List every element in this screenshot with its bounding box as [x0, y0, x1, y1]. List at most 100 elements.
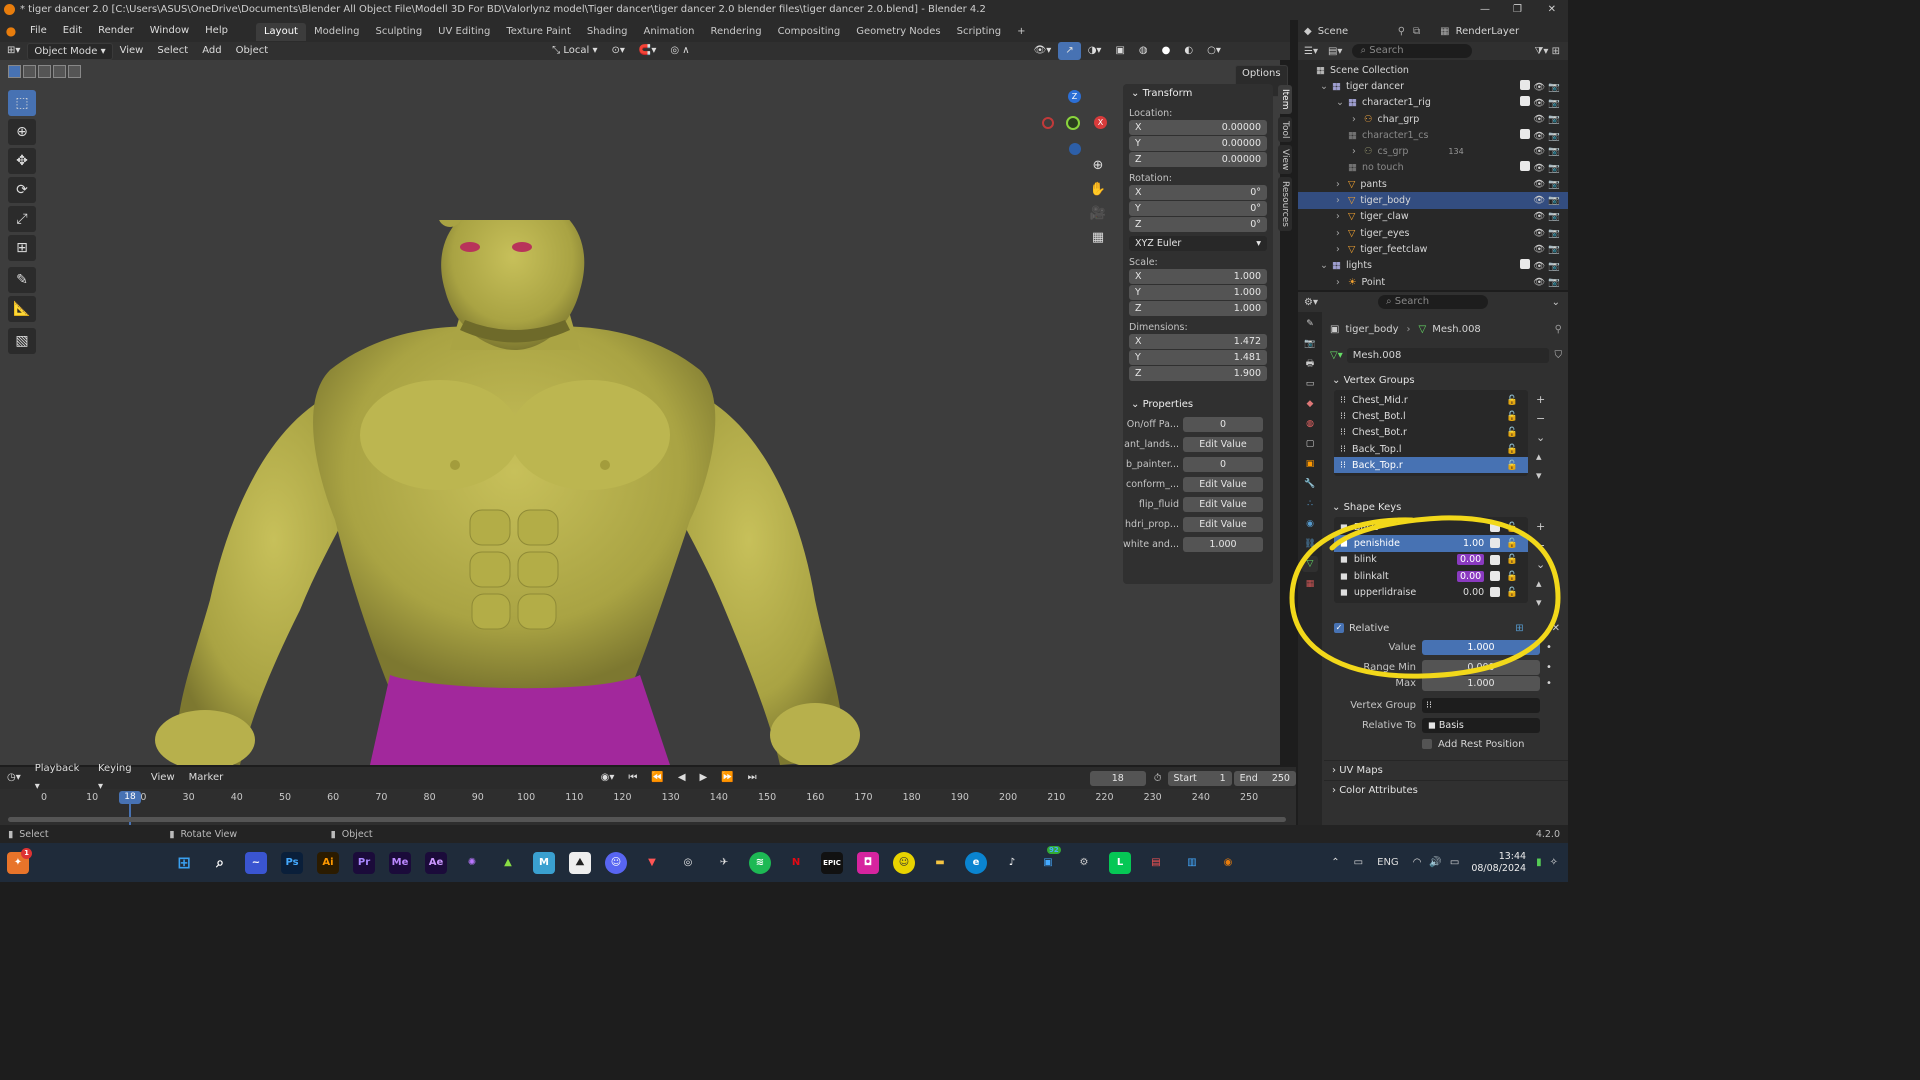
tab-geometry-nodes[interactable]: Geometry Nodes: [848, 23, 948, 41]
app-icon[interactable]: ☺: [893, 851, 915, 874]
properties-editor-icon[interactable]: ⚙▾: [1304, 297, 1318, 308]
axis-neg-z-icon[interactable]: [1069, 143, 1081, 155]
jump-end-icon[interactable]: ⏭: [741, 769, 764, 787]
windows-start-icon[interactable]: ⊞: [173, 852, 195, 874]
color-attributes-header[interactable]: › Color Attributes: [1324, 780, 1568, 800]
outliner-row[interactable]: ▦ Scene Collection: [1298, 62, 1568, 78]
axis-y-icon[interactable]: [1066, 116, 1080, 130]
overlay-icon[interactable]: ◑▾: [1081, 42, 1109, 60]
camera-icon[interactable]: 📷: [1548, 114, 1560, 125]
discord-icon[interactable]: ☺: [605, 851, 627, 874]
outliner-row[interactable]: › ▽ tiger_body 👁 📷: [1298, 192, 1568, 209]
tab-scripting[interactable]: Scripting: [949, 23, 1009, 41]
rotation-x-field[interactable]: X 0°: [1129, 185, 1267, 200]
select-new-icon[interactable]: [8, 65, 21, 78]
vertex-group-list[interactable]: ⁝⁝ Chest_Mid.r 🔓 ⁝⁝ Chest_Bot.l 🔓 ⁝⁝ Chest_Bot.…: [1334, 390, 1528, 476]
camera-icon[interactable]: 📷: [1548, 211, 1560, 222]
rotate-icon[interactable]: ⟳: [8, 177, 36, 203]
navigation-gizmo[interactable]: Z X: [1040, 90, 1110, 160]
battery-icon[interactable]: ▭: [1450, 857, 1459, 868]
epic-games-icon[interactable]: EPIC: [821, 851, 843, 874]
timeline-ruler[interactable]: 0102030405060708090100110120130140150160…: [0, 789, 1296, 825]
tray-chevron-icon[interactable]: ⌃: [1331, 857, 1339, 868]
tab-animation[interactable]: Animation: [636, 23, 703, 41]
3d-viewport[interactable]: ⬚ ⊕ ✥ ⟳ ⤢ ⊞ ✎ 📐 ▧ Options ▾: [0, 60, 1292, 765]
dimensions-z-field[interactable]: Z 1.900: [1129, 366, 1267, 381]
outliner-row[interactable]: › ⚇ char_grp 👁 📷: [1298, 111, 1568, 127]
file-explorer-icon[interactable]: ▬: [929, 852, 951, 874]
expand-icon[interactable]: ⌄: [1320, 260, 1332, 271]
expand-icon[interactable]: ›: [1336, 211, 1348, 222]
collection-tab-icon[interactable]: ▢: [1302, 436, 1318, 452]
menu-view[interactable]: View: [113, 42, 151, 60]
illustrator-icon[interactable]: Ai: [317, 851, 339, 874]
new-scene-icon[interactable]: ⧉: [1413, 26, 1420, 37]
edge-icon[interactable]: e: [965, 851, 987, 874]
filter-icon[interactable]: ⧩▾ ⊞: [1535, 46, 1561, 57]
location-x-field[interactable]: X 0.00000: [1129, 120, 1267, 135]
camera-view-icon[interactable]: 🎥: [1086, 206, 1110, 230]
transform-icon[interactable]: ⊞: [8, 235, 36, 261]
tab-resources[interactable]: Resources: [1278, 177, 1292, 232]
display-mode-icon[interactable]: ▤▾: [1328, 46, 1342, 57]
eye-icon[interactable]: 👁: [1533, 211, 1545, 222]
exclude-checkbox[interactable]: [1520, 161, 1531, 172]
eye-icon[interactable]: 👁: [1533, 131, 1545, 142]
lock-icon[interactable]: 🔓: [1506, 411, 1518, 422]
expand-icon[interactable]: ›: [1336, 228, 1348, 239]
eye-icon[interactable]: 👁: [1533, 98, 1545, 109]
tiger-model[interactable]: [150, 220, 870, 765]
netflix-icon[interactable]: N: [785, 852, 807, 874]
eye-icon[interactable]: 👁: [1533, 114, 1545, 125]
lock-icon[interactable]: 🔓: [1506, 460, 1518, 471]
menu-timeline-view[interactable]: View: [144, 769, 182, 787]
select-invert-icon[interactable]: [53, 65, 66, 78]
prop-value[interactable]: Edit Value: [1183, 476, 1263, 492]
app-icon[interactable]: M: [533, 851, 555, 874]
measure-icon[interactable]: 📐: [8, 296, 36, 322]
tray-app-icon[interactable]: ▭: [1354, 857, 1363, 868]
zoom-icon[interactable]: ⊕: [1086, 158, 1110, 182]
properties-header[interactable]: ⌄ Properties: [1123, 395, 1273, 413]
vertex-group-item[interactable]: ⁝⁝ Back_Top.l 🔓: [1334, 441, 1528, 457]
steam-icon[interactable]: ⚙: [1073, 852, 1095, 874]
eye-icon[interactable]: 👁: [1533, 261, 1545, 272]
outliner-row[interactable]: ▦ no touch 👁 📷: [1298, 160, 1568, 176]
eye-icon[interactable]: 👁: [1533, 277, 1545, 288]
premiere-icon[interactable]: Pr: [353, 851, 375, 874]
outliner-row[interactable]: ⌄ ▦ tiger dancer 👁 📷: [1298, 78, 1568, 94]
menu-add[interactable]: Add: [195, 42, 228, 60]
menu-window[interactable]: Window: [142, 20, 197, 42]
expand-icon[interactable]: ›: [1352, 146, 1364, 157]
world-tab-icon[interactable]: ◍: [1302, 416, 1318, 432]
scene-tab-icon[interactable]: ◆: [1302, 396, 1318, 412]
tab-compositing[interactable]: Compositing: [770, 23, 849, 41]
pin-icon[interactable]: ⚲: [1398, 26, 1405, 37]
proportional-edit-icon[interactable]: ◎ ∧: [663, 42, 696, 60]
start-frame-field[interactable]: Start 1: [1167, 770, 1232, 786]
outliner-row[interactable]: › ▽ tiger_eyes 👁 📷: [1298, 225, 1568, 241]
menu-select[interactable]: Select: [150, 42, 195, 60]
outliner-row[interactable]: › ▽ tiger_feetclaw 👁 📷: [1298, 241, 1568, 257]
expand-icon[interactable]: ›: [1352, 114, 1364, 125]
render-tab-icon[interactable]: 📷: [1302, 336, 1318, 352]
after-effects-icon[interactable]: Ae: [425, 851, 447, 874]
select-box-icon[interactable]: ⬚: [8, 90, 36, 116]
shading-wireframe-icon[interactable]: ◍: [1132, 42, 1155, 60]
vertex-groups-header[interactable]: ⌄ Vertex Groups: [1324, 370, 1568, 390]
xray-icon[interactable]: ▣: [1108, 42, 1131, 60]
app-icon[interactable]: ⛰: [569, 851, 591, 874]
eye-icon[interactable]: 👁: [1533, 228, 1545, 239]
line-icon[interactable]: L: [1109, 851, 1131, 874]
tool-tab-icon[interactable]: ✎: [1302, 316, 1318, 332]
annotate-icon[interactable]: ✎: [8, 267, 36, 293]
move-down-icon[interactable]: ▾: [1536, 466, 1545, 485]
mode-dropdown[interactable]: Object Mode ▾: [27, 42, 113, 60]
rotation-z-field[interactable]: Z 0°: [1129, 217, 1267, 232]
blender-taskbar-icon[interactable]: ◉: [1217, 852, 1239, 874]
eye-icon[interactable]: 👁: [1533, 244, 1545, 255]
maximize-icon[interactable]: ❐: [1513, 0, 1522, 20]
tiktok-icon[interactable]: ♪: [1001, 852, 1023, 874]
instagram-icon[interactable]: ◘: [857, 851, 879, 874]
prop-value[interactable]: Edit Value: [1183, 496, 1263, 512]
